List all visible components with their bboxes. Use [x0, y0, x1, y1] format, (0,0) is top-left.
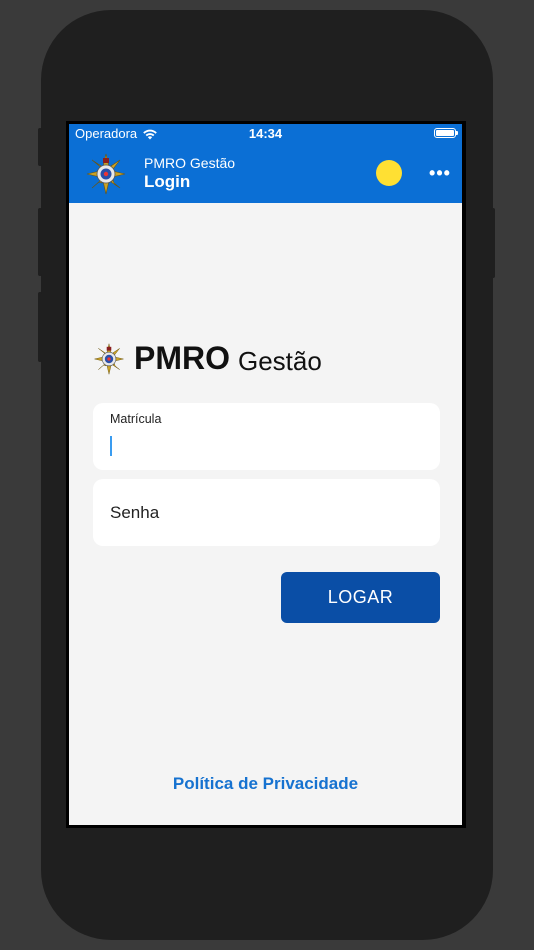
phone-side-button [491, 208, 495, 278]
text-cursor [110, 436, 112, 456]
header-app-name: PMRO Gestão [144, 155, 236, 171]
more-options-button[interactable]: ••• [425, 162, 455, 186]
matricula-field[interactable]: Matrícula [93, 403, 440, 470]
header-titles: PMRO Gestão Login [144, 155, 235, 193]
phone-side-button [38, 128, 42, 166]
senha-field[interactable]: Senha [93, 479, 440, 546]
brand-name: PMRO [134, 340, 230, 376]
brand-subtitle: Gestão [238, 346, 322, 376]
phone-side-button [38, 208, 42, 276]
senha-placeholder: Senha [110, 503, 160, 522]
emblem-icon [86, 153, 126, 195]
header-page-title: Login [144, 172, 191, 191]
matricula-label: Matrícula [110, 412, 162, 426]
login-button[interactable]: LOGAR [281, 572, 440, 623]
app-header: Operadora 14:34 PMRO Gestão Login ••• [69, 124, 462, 203]
battery-icon [434, 128, 458, 138]
emblem-icon [94, 343, 124, 374]
privacy-policy-link[interactable]: Política de Privacidade [69, 774, 462, 794]
status-time: 14:34 [248, 126, 283, 141]
phone-side-button [38, 292, 42, 362]
app-screen: Operadora 14:34 PMRO Gestão Login ••• PM… [69, 124, 462, 825]
brand-logo: PMRO Gestão [93, 340, 322, 377]
status-indicator [376, 160, 402, 186]
